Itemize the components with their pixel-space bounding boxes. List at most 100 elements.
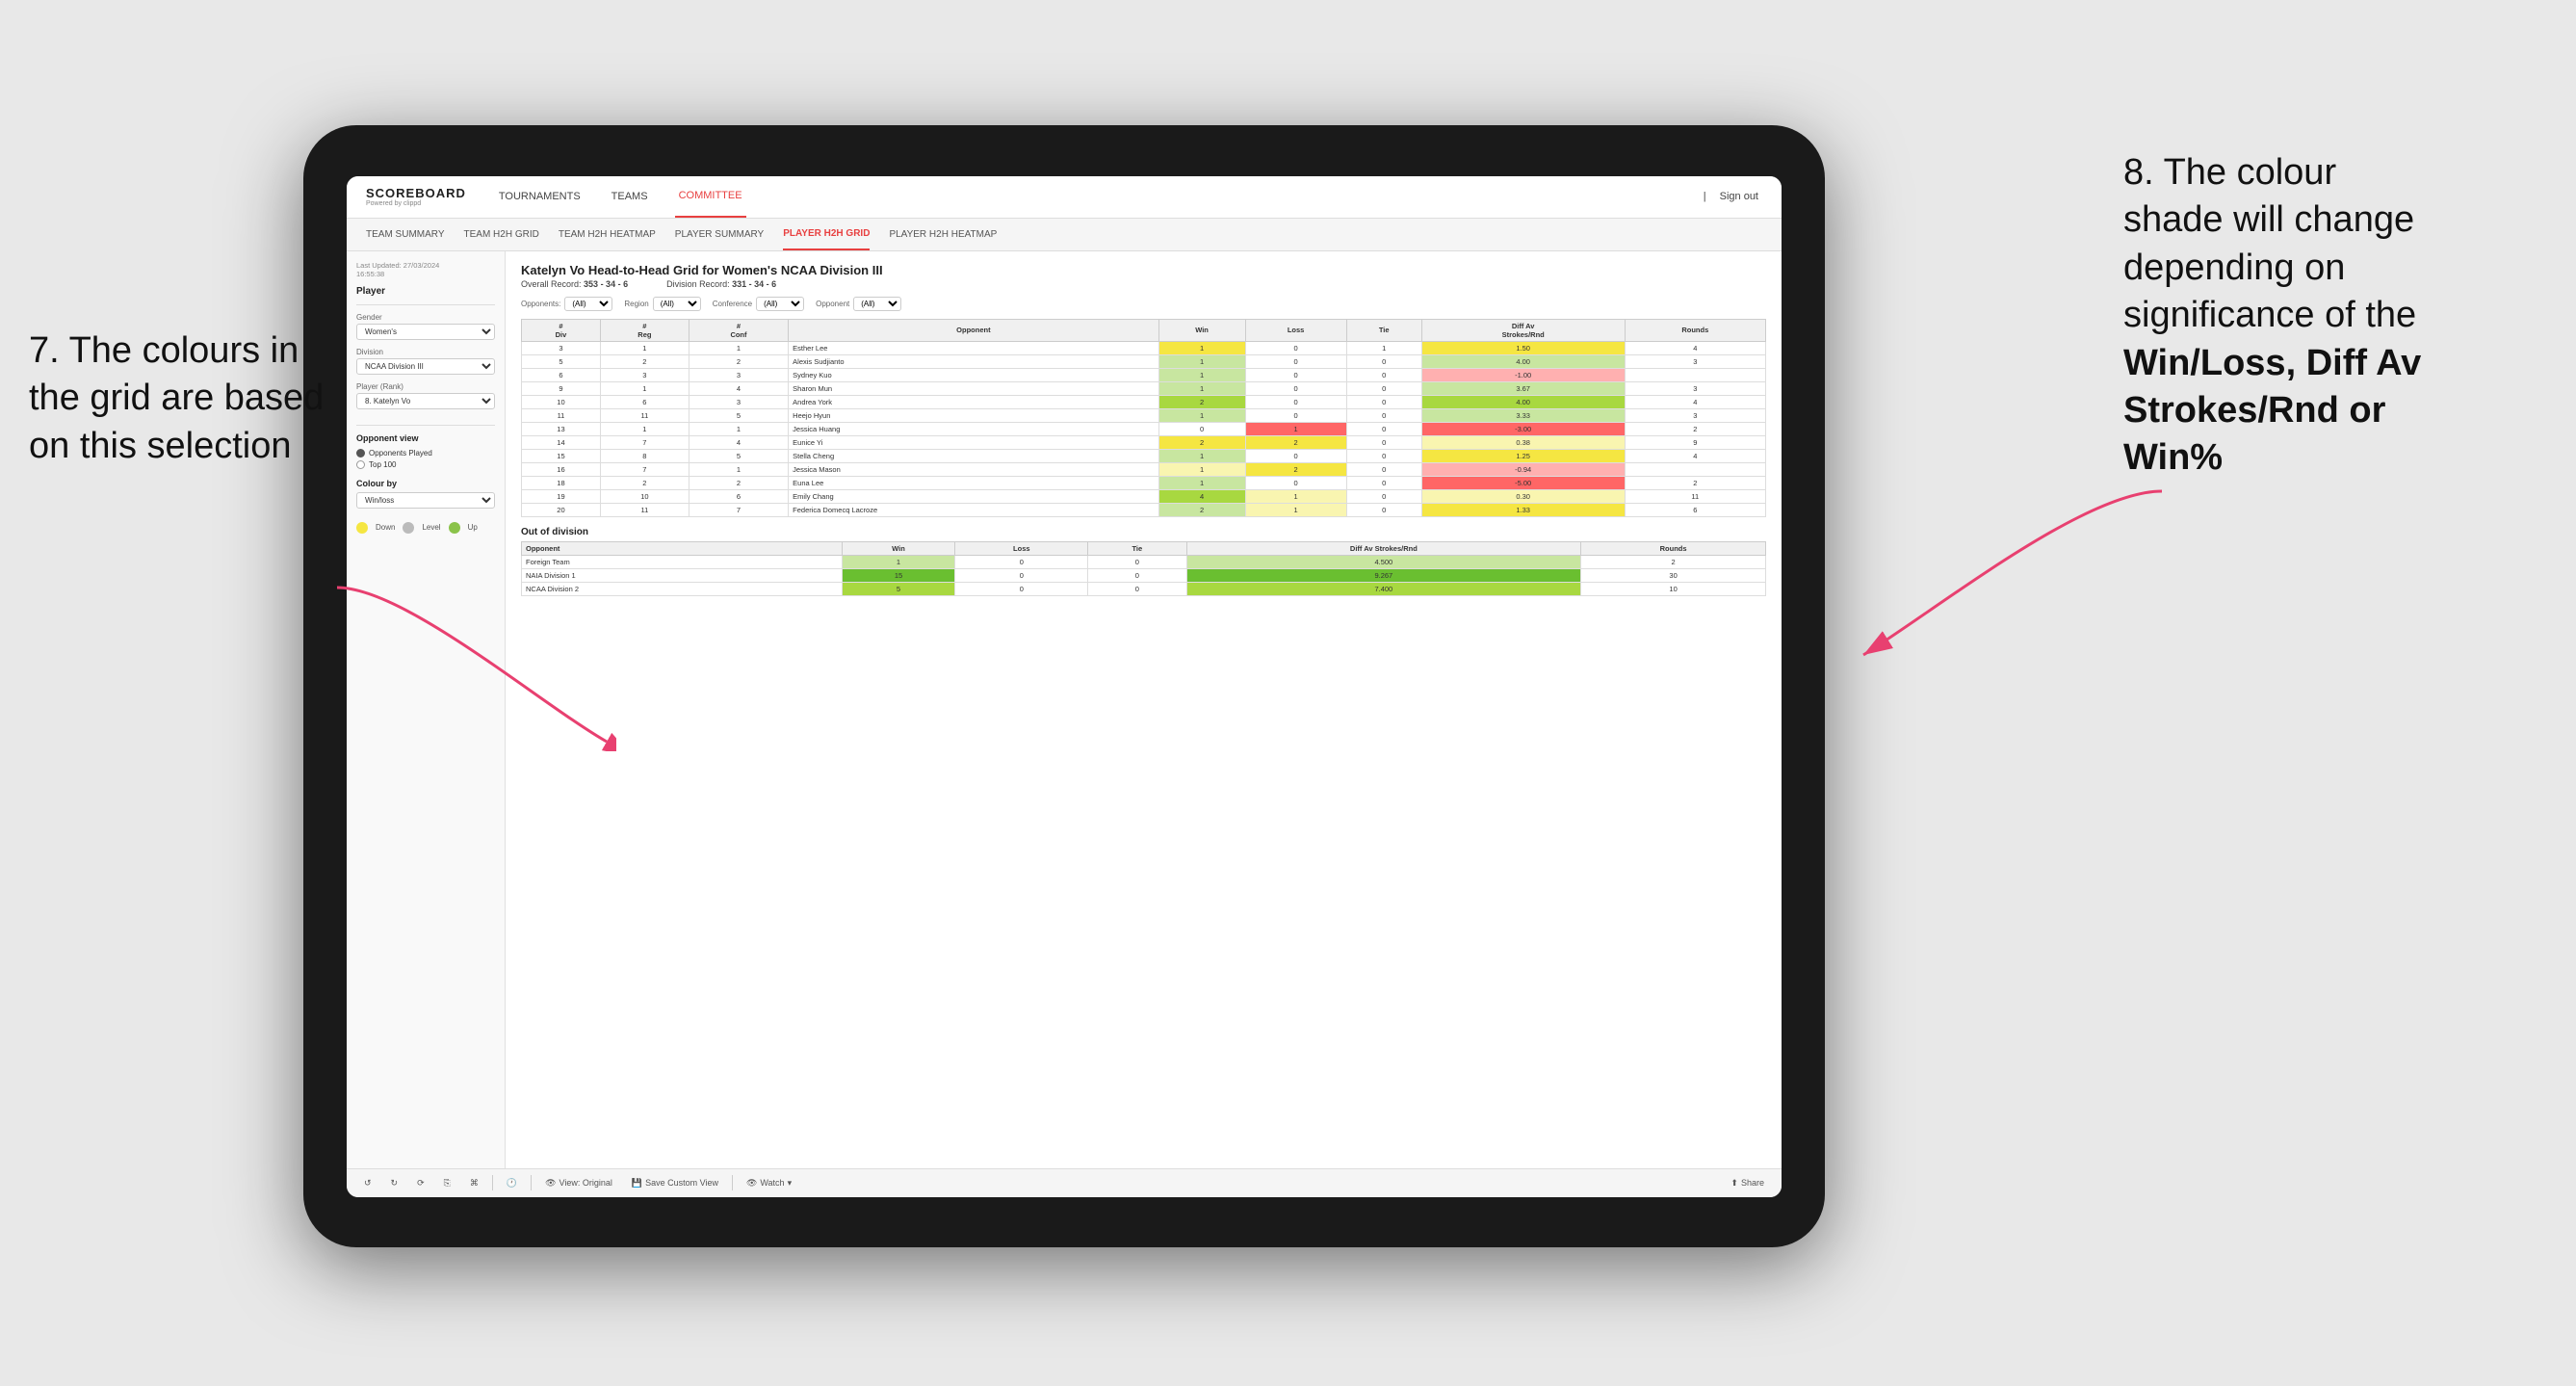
cell-reg: 7 — [600, 462, 689, 476]
ood-cell-rounds: 10 — [1581, 582, 1766, 595]
sec-nav-team-summary[interactable]: TEAM SUMMARY — [366, 218, 445, 250]
cell-div: 16 — [522, 462, 601, 476]
cell-conf: 3 — [689, 368, 788, 381]
bottom-toolbar: ↺ ↻ ⟳ ⎘ ⌘ 🕐 👁 View: Original 💾 Save Cust… — [347, 1168, 1782, 1197]
radio-dot-top100 — [356, 460, 365, 469]
legend-down-label: Down — [376, 523, 395, 532]
cell-diff: -1.00 — [1421, 368, 1625, 381]
ood-cell-win: 1 — [842, 555, 955, 568]
table-row: 20 11 7 Federica Domecq Lacroze 2 1 0 1.… — [522, 503, 1766, 516]
filter-opponents: Opponents: (All) — [521, 297, 612, 311]
cell-tie: 0 — [1346, 462, 1421, 476]
ood-cell-tie: 0 — [1088, 555, 1186, 568]
sign-out-button[interactable]: Sign out — [1716, 176, 1762, 219]
ood-cell-tie: 0 — [1088, 568, 1186, 582]
ood-cell-rounds: 30 — [1581, 568, 1766, 582]
sec-nav-team-h2h-heatmap[interactable]: TEAM H2H HEATMAP — [559, 218, 656, 250]
paste-button[interactable]: ⌘ — [464, 1176, 484, 1190]
out-of-division-header: Out of division — [521, 527, 1766, 537]
cell-diff: 1.25 — [1421, 449, 1625, 462]
cell-win: 1 — [1158, 476, 1245, 489]
cell-opponent: Andrea York — [789, 395, 1158, 408]
panel-title: Katelyn Vo Head-to-Head Grid for Women's… — [521, 263, 1766, 277]
left-arrow-svg — [327, 578, 616, 751]
radio-opponents-played[interactable]: Opponents Played — [356, 449, 495, 458]
table-row: 9 1 4 Sharon Mun 1 0 0 3.67 3 — [522, 381, 1766, 395]
cell-conf: 5 — [689, 449, 788, 462]
filter-opponents-select[interactable]: (All) — [564, 297, 612, 311]
cell-opponent: Jessica Huang — [789, 422, 1158, 435]
cell-loss: 1 — [1245, 503, 1346, 516]
cell-rounds: 2 — [1625, 476, 1765, 489]
cell-rounds: 3 — [1625, 381, 1765, 395]
cell-diff: -5.00 — [1421, 476, 1625, 489]
filter-region-select[interactable]: (All) — [653, 297, 701, 311]
cell-rounds: 6 — [1625, 503, 1765, 516]
sidebar-division-select[interactable]: NCAA Division III — [356, 358, 495, 375]
top-nav: SCOREBOARD Powered by clippd TOURNAMENTS… — [347, 176, 1782, 219]
watch-button[interactable]: 👁 Watch ▾ — [741, 1176, 797, 1190]
radio-top100[interactable]: Top 100 — [356, 460, 495, 469]
cell-conf: 7 — [689, 503, 788, 516]
cell-tie: 0 — [1346, 422, 1421, 435]
colour-by-select[interactable]: Win/loss — [356, 492, 495, 509]
right-arrow-svg — [1844, 482, 2172, 674]
cell-reg: 6 — [600, 395, 689, 408]
copy-button[interactable]: ⎘ — [438, 1176, 456, 1190]
undo-button[interactable]: ↺ — [358, 1176, 377, 1190]
cell-win: 1 — [1158, 462, 1245, 476]
cell-tie: 0 — [1346, 503, 1421, 516]
radio-opponents-label: Opponents Played — [369, 449, 432, 458]
th-reg: #Reg — [600, 319, 689, 341]
table-row: 11 11 5 Heejo Hyun 1 0 0 3.33 3 — [522, 408, 1766, 422]
cell-div: 3 — [522, 341, 601, 354]
legend-dot-down — [356, 522, 368, 534]
sidebar-timestamp: Last Updated: 27/03/2024 16:55:38 — [356, 261, 495, 278]
cell-conf: 3 — [689, 395, 788, 408]
cell-tie: 0 — [1346, 354, 1421, 368]
history-button[interactable]: ⟳ — [411, 1176, 430, 1190]
annotation-right: 8. The colour shade will change dependin… — [2123, 149, 2547, 483]
filter-opponent-select[interactable]: (All) — [853, 297, 901, 311]
filter-region-label: Region — [624, 300, 648, 308]
th-rounds: Rounds — [1625, 319, 1765, 341]
ood-cell-loss: 0 — [955, 582, 1088, 595]
sidebar-player-title: Player — [356, 286, 495, 297]
filter-conference-select[interactable]: (All) — [756, 297, 804, 311]
share-label: Share — [1741, 1178, 1764, 1188]
redo-button[interactable]: ↻ — [385, 1176, 404, 1190]
secondary-nav: TEAM SUMMARY TEAM H2H GRID TEAM H2H HEAT… — [347, 219, 1782, 251]
ood-th-tie: Tie — [1088, 541, 1186, 555]
panel-records: Overall Record: 353 - 34 - 6 Division Re… — [521, 279, 1766, 289]
nav-committee[interactable]: COMMITTEE — [675, 176, 746, 219]
view-original-button[interactable]: 👁 View: Original — [539, 1176, 618, 1190]
cell-loss: 2 — [1245, 435, 1346, 449]
cell-rounds — [1625, 368, 1765, 381]
sec-nav-player-summary[interactable]: PLAYER SUMMARY — [675, 218, 764, 250]
sec-nav-player-h2h-grid[interactable]: PLAYER H2H GRID — [783, 218, 870, 250]
colour-legend: Down Level Up — [356, 522, 495, 534]
sec-nav-team-h2h-grid[interactable]: TEAM H2H GRID — [464, 218, 539, 250]
cell-win: 1 — [1158, 408, 1245, 422]
cell-diff: 3.33 — [1421, 408, 1625, 422]
nav-tournaments[interactable]: TOURNAMENTS — [495, 176, 585, 219]
sidebar-gender-select[interactable]: Women's — [356, 324, 495, 340]
sec-nav-player-h2h-heatmap[interactable]: PLAYER H2H HEATMAP — [889, 218, 997, 250]
nav-items: TOURNAMENTS TEAMS COMMITTEE — [495, 176, 1704, 219]
cell-diff: 1.33 — [1421, 503, 1625, 516]
ood-cell-loss: 0 — [955, 555, 1088, 568]
table-row: 5 2 2 Alexis Sudjianto 1 0 0 4.00 3 — [522, 354, 1766, 368]
cell-diff: 1.50 — [1421, 341, 1625, 354]
clock-button[interactable]: 🕐 — [501, 1176, 523, 1190]
nav-teams[interactable]: TEAMS — [608, 176, 652, 219]
ood-cell-diff: 7.400 — [1186, 582, 1581, 595]
watch-icon: 👁 — [746, 1178, 757, 1189]
ood-cell-loss: 0 — [955, 568, 1088, 582]
save-custom-view-button[interactable]: 💾 Save Custom View — [626, 1176, 724, 1190]
cell-opponent: Heejo Hyun — [789, 408, 1158, 422]
cell-win: 1 — [1158, 449, 1245, 462]
cell-conf: 1 — [689, 422, 788, 435]
sidebar-player-rank-select[interactable]: 8. Katelyn Vo — [356, 393, 495, 409]
share-button[interactable]: ⬆ Share — [1725, 1176, 1770, 1190]
sidebar-gender-label: Gender — [356, 313, 495, 322]
